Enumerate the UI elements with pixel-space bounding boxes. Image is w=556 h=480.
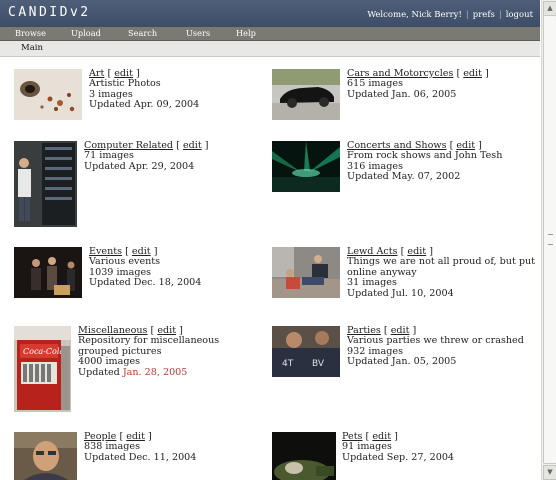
svg-text:BV: BV bbox=[312, 359, 325, 369]
edit-link[interactable]: edit bbox=[132, 246, 151, 257]
album-thumbnail[interactable] bbox=[272, 247, 340, 298]
scroll-up-icon[interactable]: ▲ bbox=[543, 1, 556, 16]
app-logo: CANDIDv2 bbox=[8, 5, 91, 20]
svg-text:Coca-Cola: Coca-Cola bbox=[23, 347, 64, 356]
edit-link[interactable]: edit bbox=[114, 68, 133, 79]
album-thumbnail[interactable] bbox=[14, 247, 82, 298]
menu-users[interactable]: Users bbox=[186, 28, 210, 38]
album-thumbnail[interactable] bbox=[14, 69, 82, 120]
scroll-thumb[interactable] bbox=[543, 15, 556, 464]
edit-link[interactable]: edit bbox=[407, 246, 426, 257]
prefs-link[interactable]: prefs bbox=[473, 10, 495, 20]
edit-link[interactable]: edit bbox=[183, 140, 202, 151]
edit-link[interactable]: edit bbox=[463, 68, 482, 79]
edit-link[interactable]: edit bbox=[126, 431, 145, 442]
album-title[interactable]: Computer Related bbox=[84, 140, 173, 151]
menu-upload[interactable]: Upload bbox=[71, 28, 101, 38]
album-updated: Updated Dec. 18, 2004 bbox=[89, 277, 202, 289]
album-updated: Updated Dec. 11, 2004 bbox=[84, 451, 197, 463]
album-title[interactable]: Lewd Acts bbox=[347, 246, 398, 257]
album-title[interactable]: Miscellaneous bbox=[78, 325, 147, 336]
album-updated: Updated Sep. 27, 2004 bbox=[342, 451, 455, 463]
menu-help[interactable]: Help bbox=[236, 28, 256, 38]
breadcrumb: Main bbox=[0, 41, 540, 57]
album-updated: Updated Apr. 29, 2004 bbox=[84, 160, 195, 172]
album-thumbnail[interactable] bbox=[272, 141, 340, 192]
album-thumbnail[interactable] bbox=[272, 69, 340, 120]
album-title[interactable]: Art bbox=[89, 68, 104, 79]
scroll-down-icon[interactable]: ▼ bbox=[543, 465, 556, 480]
album-updated: Updated Jan. 06, 2005 bbox=[347, 88, 457, 100]
album-thumbnail[interactable] bbox=[272, 432, 336, 480]
album-thumbnail[interactable] bbox=[14, 432, 77, 480]
user-bar: Welcome, Nick Berry! | prefs | logout bbox=[367, 10, 533, 20]
album-thumbnail[interactable] bbox=[14, 141, 77, 227]
album-updated: Updated Jan. 28, 2005 bbox=[78, 366, 188, 378]
album-updated: Updated Apr. 09, 2004 bbox=[89, 99, 200, 111]
album-title[interactable]: Parties bbox=[347, 325, 381, 336]
album-title[interactable]: Concerts and Shows bbox=[347, 140, 447, 151]
main-menu: Browse Upload Search Users Help bbox=[0, 27, 540, 41]
vertical-scrollbar[interactable]: ▲ ▼ bbox=[541, 0, 556, 480]
logout-link[interactable]: logout bbox=[506, 10, 533, 20]
new-date-highlight: Jan. 28, 2005 bbox=[122, 366, 188, 378]
breadcrumb-main[interactable]: Main bbox=[21, 43, 43, 53]
edit-link[interactable]: edit bbox=[456, 140, 475, 151]
edit-link[interactable]: edit bbox=[391, 325, 410, 336]
album-thumbnail[interactable]: 4T BV bbox=[272, 326, 340, 377]
album-title[interactable]: People bbox=[84, 431, 116, 442]
album-updated: Updated May. 07, 2002 bbox=[347, 171, 461, 183]
album-thumbnail[interactable]: Coca-Cola bbox=[14, 326, 71, 412]
album-title[interactable]: Pets bbox=[342, 431, 362, 442]
edit-link[interactable]: edit bbox=[157, 325, 176, 336]
album-title[interactable]: Cars and Motorcycles bbox=[347, 68, 453, 79]
edit-link[interactable]: edit bbox=[372, 431, 391, 442]
album-title[interactable]: Events bbox=[89, 246, 122, 257]
menu-browse[interactable]: Browse bbox=[15, 28, 46, 38]
menu-search[interactable]: Search bbox=[128, 28, 157, 38]
welcome-text: Welcome, Nick Berry! bbox=[367, 10, 462, 20]
album-updated: Updated Jul. 10, 2004 bbox=[347, 287, 454, 299]
header-bar: CANDIDv2 Welcome, Nick Berry! | prefs | logo… bbox=[0, 0, 540, 27]
album-updated: Updated Jan. 05, 2005 bbox=[347, 356, 457, 368]
svg-text:4T: 4T bbox=[282, 359, 294, 369]
